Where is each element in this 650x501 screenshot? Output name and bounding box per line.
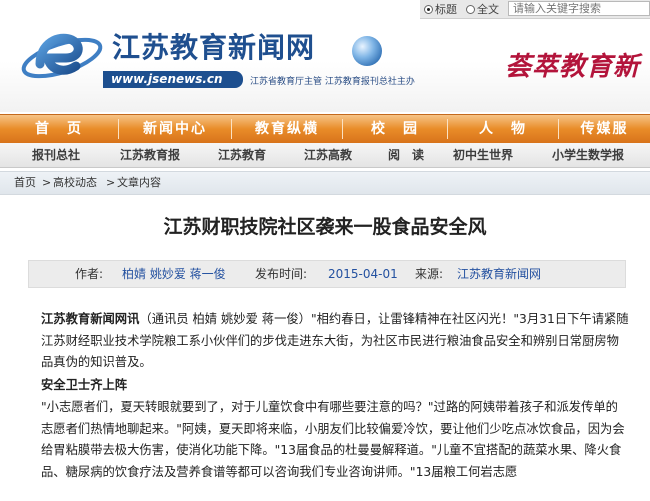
search-option-title-label: 标题: [435, 3, 457, 16]
nav-item-education[interactable]: 教育纵横: [232, 115, 342, 143]
site-header: 标题 全文 江苏教育新闻网 www.jsenews.cn 江苏省教育厅主管 江苏…: [0, 0, 650, 112]
publish-time-value: 2015-04-01: [328, 267, 398, 281]
sub-nav-item-jiangsu-education[interactable]: 江苏教育: [218, 143, 266, 167]
site-url: www.jsenews.cn: [103, 71, 243, 88]
author-value: 柏婧 姚妙爱 蒋一俊: [122, 267, 226, 281]
sub-nav-item-press[interactable]: 报刊总社: [32, 143, 80, 167]
globe-icon: [352, 36, 382, 66]
search-option-fulltext[interactable]: 全文: [466, 2, 499, 16]
breadcrumb: 首页 > 高校动态 > 文章内容: [0, 171, 650, 195]
sub-nav-item-reading[interactable]: 阅 读: [388, 143, 424, 167]
sponsor-text: 江苏省教育厅主管 江苏教育报刊总社主办: [250, 77, 415, 87]
sub-nav-item-jiangsu-education-daily[interactable]: 江苏教育报: [120, 143, 180, 167]
author-label: 作者:: [75, 267, 104, 281]
article-body: 江苏教育新闻网讯（通讯员 柏婧 姚妙爱 蒋一俊）"相约春日，让雷锋精神在社区闪光…: [41, 309, 629, 484]
search-input[interactable]: [508, 1, 650, 16]
publish-time-label: 发布时间:: [255, 267, 308, 281]
source-label: 来源:: [415, 267, 444, 281]
section-heading: 安全卫士齐上阵: [41, 378, 128, 393]
breadcrumb-home[interactable]: 首页: [14, 172, 36, 194]
breadcrumb-separator: >: [106, 176, 116, 189]
nav-item-home[interactable]: 首 页: [0, 115, 118, 143]
source-value[interactable]: 江苏教育新闻网: [457, 261, 541, 287]
article-meta: 作者: 柏婧 姚妙爱 蒋一俊 发布时间: 2015-04-01 来源: 江苏教育…: [28, 260, 626, 288]
nav-item-campus[interactable]: 校 园: [343, 115, 447, 143]
search-option-title[interactable]: 标题: [424, 2, 457, 16]
sub-nav: 报刊总社 江苏教育报 江苏教育 江苏高教 阅 读 初中生世界 小学生数学报: [0, 143, 650, 168]
sub-nav-item-jiangsu-higher-education[interactable]: 江苏高教: [304, 143, 352, 167]
sub-nav-item-middle-school-world[interactable]: 初中生世界: [453, 143, 513, 167]
article-title: 江苏财职技院社区袭来一股食品安全风: [163, 216, 487, 238]
breadcrumb-separator: >: [42, 176, 52, 189]
nav-item-media[interactable]: 传媒服: [559, 115, 650, 143]
site-title[interactable]: 江苏教育新闻网: [112, 26, 315, 66]
site-logo-e-icon[interactable]: [18, 20, 108, 92]
lead-paragraph: 江苏教育新闻网讯（通讯员 柏婧 姚妙爱 蒋一俊）"相约春日，让雷锋精神在社区闪光…: [41, 309, 629, 374]
site-slogan: 荟萃教育新: [505, 52, 641, 82]
radio-icon[interactable]: [466, 4, 475, 14]
lead-source: 江苏教育新闻网讯: [41, 312, 140, 326]
sub-nav-item-primary-math[interactable]: 小学生数学报: [552, 143, 624, 167]
radio-selected-icon[interactable]: [424, 4, 433, 14]
body-paragraph: "小志愿者们，夏天转眼就要到了，对于儿童饮食中有哪些要注意的吗？"过路的阿姨带着…: [41, 399, 625, 479]
breadcrumb-current: 文章内容: [117, 176, 161, 189]
breadcrumb-section[interactable]: 高校动态: [53, 172, 97, 194]
nav-item-people[interactable]: 人 物: [448, 115, 558, 143]
search-option-fulltext-label: 全文: [477, 3, 499, 16]
main-nav: 首 页 新闻中心 教育纵横 校 园 人 物 传媒服: [0, 114, 650, 144]
nav-item-news[interactable]: 新闻中心: [119, 115, 231, 143]
